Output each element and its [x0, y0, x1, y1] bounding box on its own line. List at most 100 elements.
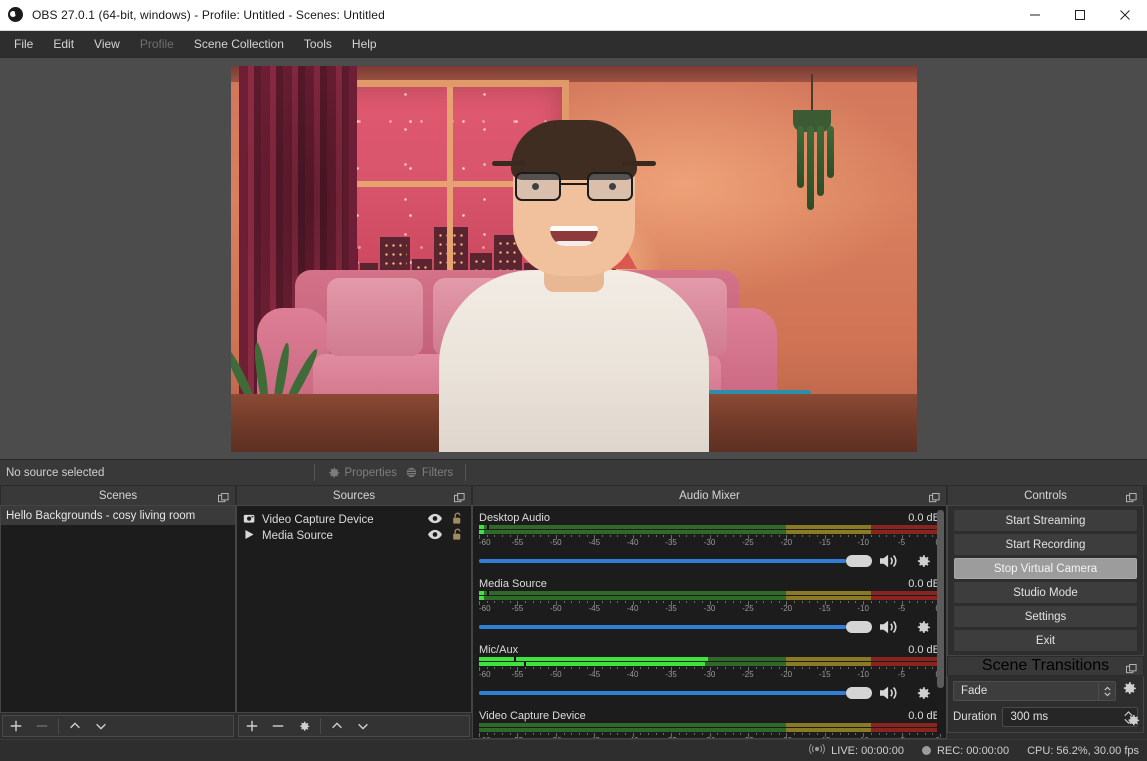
mixer-mute-speaker-icon[interactable] [872, 614, 906, 640]
add-source-button[interactable] [239, 716, 265, 736]
gear-icon [327, 466, 341, 480]
mixer-track-name: Mic/Aux [479, 644, 519, 656]
rec-status: REC: 00:00:00 [921, 745, 1009, 757]
source-properties-button[interactable] [291, 716, 317, 736]
mixer-title-bar: Audio Mixer [472, 485, 947, 505]
menu-bar: File Edit View Profile Scene Collection … [0, 31, 1147, 58]
live-time: LIVE: 00:00:00 [831, 744, 904, 757]
eye-icon[interactable] [428, 513, 442, 527]
remove-scene-button [29, 716, 55, 736]
source-list-item[interactable]: Video Capture Device [237, 512, 471, 528]
mixer-level-meter [479, 591, 940, 600]
menu-tools[interactable]: Tools [294, 33, 342, 55]
remove-source-button[interactable] [265, 716, 291, 736]
menu-help[interactable]: Help [342, 33, 387, 55]
mixer-track-name: Video Capture Device [479, 710, 586, 722]
transitions-title: Scene Transitions [981, 657, 1110, 674]
duration-input[interactable]: 300 ms [1002, 707, 1138, 727]
maximize-icon[interactable] [1057, 0, 1102, 31]
mixer-settings-gear-icon[interactable] [906, 548, 940, 574]
scenes-title-bar: Scenes [0, 485, 236, 505]
filters-button: Filters [401, 464, 457, 482]
mixer-settings-gear-icon[interactable] [906, 614, 940, 640]
preview-canvas[interactable] [230, 65, 917, 452]
transition-select[interactable]: Fade [953, 681, 1116, 701]
settings-corner-gear-icon[interactable] [1126, 713, 1141, 733]
status-bar: LIVE: 00:00:00 REC: 00:00:00 CPU: 56.2%,… [0, 739, 1147, 761]
mixer-track-db: 0.0 dB [908, 578, 940, 590]
transition-value: Fade [961, 685, 988, 697]
menu-file[interactable]: File [4, 33, 43, 55]
move-scene-down-button[interactable] [88, 716, 114, 736]
menu-scene-collection[interactable]: Scene Collection [184, 33, 294, 55]
mixer-level-meter [479, 657, 940, 666]
obs-window: OBS 27.0.1 (64-bit, windows) - Profile: … [0, 0, 1147, 761]
settings-button[interactable]: Settings [954, 606, 1137, 627]
toolbar-divider-2 [465, 464, 467, 481]
mixer-level-meter [479, 525, 940, 534]
move-source-down-button[interactable] [350, 716, 376, 736]
cpu-fps-label: CPU: 56.2%, 30.00 fps [1027, 744, 1139, 757]
unlock-icon[interactable] [452, 512, 463, 528]
add-scene-button[interactable] [3, 716, 29, 736]
scene-list-item[interactable]: Hello Backgrounds - cosy living room [1, 506, 235, 525]
mixer-track: Mic/Aux 0.0 dB -60 -55 -50 -45 -40 -35 -30 -25 -20… [479, 642, 941, 706]
broadcast-icon [809, 743, 825, 758]
toolbar-divider [314, 464, 316, 481]
start-recording-button[interactable]: Start Recording [954, 534, 1137, 555]
mixer-scrollbar[interactable] [937, 510, 944, 734]
stop-virtual-camera-button[interactable]: Stop Virtual Camera [954, 558, 1137, 579]
menu-edit[interactable]: Edit [43, 33, 84, 55]
title-bar: OBS 27.0.1 (64-bit, windows) - Profile: … [0, 0, 1147, 31]
mixer-scale: -60-55-50-45-40-35-30-25-20-15-10-50 [479, 601, 941, 614]
mixer-track-db: 0.0 dB [908, 512, 940, 524]
background-hanging-plant [771, 73, 851, 210]
record-dot-icon [921, 746, 931, 755]
live-status: LIVE: 00:00:00 [809, 743, 904, 758]
minimize-icon[interactable] [1012, 0, 1057, 31]
sources-dock: Sources Video Capture Device Media Sourc… [236, 485, 472, 739]
mixer-mute-speaker-icon[interactable] [872, 680, 906, 706]
mixer-volume-slider[interactable] [479, 614, 872, 640]
filters-label: Filters [421, 466, 454, 479]
studio-mode-button[interactable]: Studio Mode [954, 582, 1137, 603]
mixer-scale: -60-55-50-45-40-35-30-25-20-15-10-50 [479, 535, 941, 548]
eye-icon[interactable] [428, 529, 442, 543]
scenes-title: Scenes [98, 489, 138, 502]
properties-label: Properties [344, 466, 397, 479]
mixer-tracks[interactable]: Desktop Audio 0.0 dB -60 -55 -50 -45 -40 -35 -30… [472, 505, 947, 739]
mixer-track-db: 0.0 dB [908, 710, 940, 722]
undock-icon[interactable] [1126, 662, 1137, 680]
webcam-person [424, 119, 724, 452]
source-list-item[interactable]: Media Source [237, 528, 471, 544]
preview-area[interactable] [0, 58, 1147, 459]
start-streaming-button[interactable]: Start Streaming [954, 510, 1137, 531]
move-scene-up-button[interactable] [62, 716, 88, 736]
source-name: Media Source [262, 530, 333, 542]
obs-logo-icon [8, 7, 24, 23]
person-glasses [514, 171, 633, 202]
transition-config-gear-icon[interactable] [1121, 680, 1138, 702]
spinner-updown-icon[interactable] [1098, 682, 1115, 700]
mixer-volume-slider[interactable] [479, 548, 872, 574]
source-name: Video Capture Device [262, 514, 374, 526]
mixer-mute-speaker-icon[interactable] [872, 548, 906, 574]
sources-list[interactable]: Video Capture Device Media Source [236, 505, 472, 713]
mixer-settings-gear-icon[interactable] [906, 680, 940, 706]
scenes-list[interactable]: Hello Backgrounds - cosy living room [0, 505, 236, 713]
mixer-level-meter [479, 723, 940, 732]
mixer-track-name: Desktop Audio [479, 512, 550, 524]
move-source-up-button[interactable] [324, 716, 350, 736]
mixer-track: Desktop Audio 0.0 dB -60 -55 -50 -45 -40 -35 -30… [479, 510, 941, 574]
exit-button[interactable]: Exit [954, 630, 1137, 651]
close-icon[interactable] [1102, 0, 1147, 31]
mixer-track: Media Source 0.0 dB -60 -55 -50 -45 -40 -35 -30-… [479, 576, 941, 640]
filters-icon [405, 466, 419, 480]
scenes-dock: Scenes Hello Backgrounds - cosy living r… [0, 485, 236, 739]
sources-title: Sources [332, 489, 376, 502]
sources-toolbar [236, 713, 472, 739]
undock-icon[interactable] [1126, 491, 1137, 509]
mixer-volume-slider[interactable] [479, 680, 872, 706]
unlock-icon[interactable] [452, 528, 463, 544]
menu-view[interactable]: View [84, 33, 130, 55]
